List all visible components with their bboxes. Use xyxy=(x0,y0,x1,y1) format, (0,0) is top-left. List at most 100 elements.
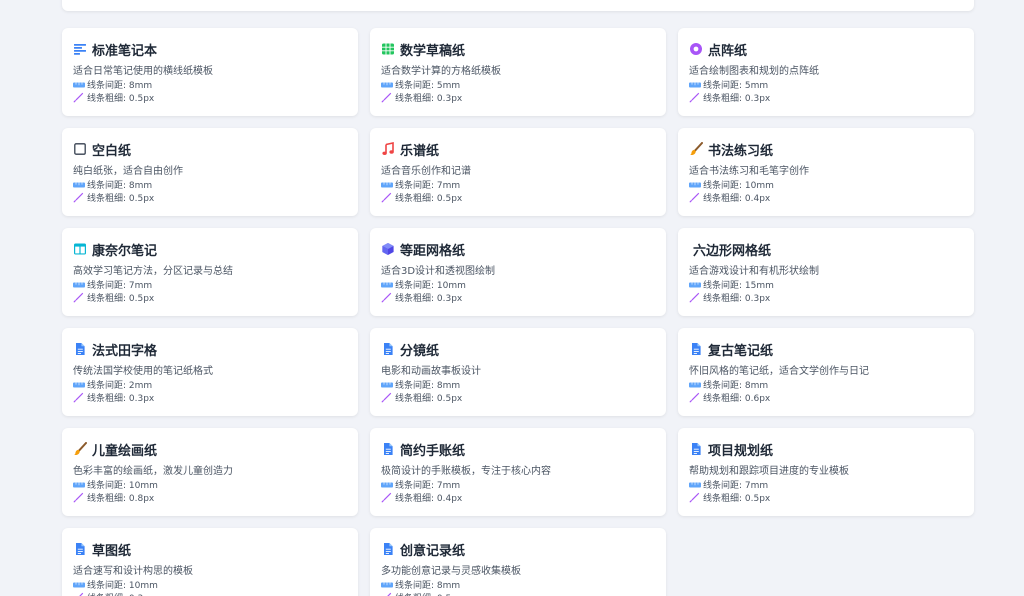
line-spacing: 线条间距: 10mm xyxy=(73,579,347,591)
template-card[interactable]: 标准笔记本 适合日常笔记使用的横线纸模板 线条间距: 8mm 线条粗细: 0.5px xyxy=(62,28,358,116)
template-card[interactable]: 康奈尔笔记 高效学习笔记方法，分区记录与总结 线条间距: 7mm 线条粗细: 0.5p… xyxy=(62,228,358,316)
card-description: 适合绘制图表和规划的点阵纸 xyxy=(689,66,819,76)
line-thickness: 线条粗细: 0.6px xyxy=(689,392,963,404)
line-thickness: 线条粗细: 0.3px xyxy=(689,92,963,104)
line-thickness-text: 线条粗细: 0.5px xyxy=(87,294,155,304)
pen-icon xyxy=(381,92,393,103)
card-title: 点阵纸 xyxy=(708,43,748,59)
lines-icon xyxy=(73,42,87,56)
line-thickness-text: 线条粗细: 0.5px xyxy=(395,194,463,204)
card-title: 分镜纸 xyxy=(400,343,440,359)
ruler-icon xyxy=(381,79,393,90)
line-spacing: 线条间距: 10mm xyxy=(381,279,655,291)
card-header: 儿童绘画纸 xyxy=(73,440,347,459)
line-spacing-text: 线条间距: 8mm xyxy=(703,381,769,391)
ruler-icon xyxy=(73,279,85,290)
card-title: 书法练习纸 xyxy=(708,143,774,159)
line-thickness-text: 线条粗细: 0.4px xyxy=(703,194,771,204)
line-thickness: 线条粗细: 0.8px xyxy=(73,492,347,504)
card-description: 适合3D设计和透视图绘制 xyxy=(381,266,496,276)
line-spacing-text: 线条间距: 5mm xyxy=(395,81,461,91)
dot-icon xyxy=(689,42,703,56)
line-spacing: 线条间距: 8mm xyxy=(73,179,347,191)
card-header: 康奈尔笔记 xyxy=(73,240,347,259)
card-header: 分镜纸 xyxy=(381,340,655,359)
line-spacing-text: 线条间距: 8mm xyxy=(395,381,461,391)
card-title: 项目规划纸 xyxy=(708,443,774,459)
line-thickness: 线条粗细: 0.3px xyxy=(381,92,655,104)
line-spacing-text: 线条间距: 7mm xyxy=(395,181,461,191)
template-card[interactable]: 点阵纸适合绘制图表和规划的点阵纸线条间距: 5mm 线条粗细: 0.3px xyxy=(678,28,974,116)
line-spacing: 线条间距: 5mm xyxy=(689,79,963,91)
top-card-partial xyxy=(62,0,974,11)
template-card[interactable]: 创意记录纸多功能创意记录与灵感收集模板线条间距: 8mm线条粗细: 0.5px xyxy=(370,528,666,596)
line-thickness-text: 线条粗细: 0.3px xyxy=(703,94,771,104)
card-title: 草图纸 xyxy=(92,543,132,559)
line-spacing-text: 线条间距: 7mm xyxy=(395,481,461,491)
template-card[interactable]: 六边形网格纸 适合游戏设计和有机形状绘制 线条间距: 15mm 线条粗细: 0.3px xyxy=(678,228,974,316)
template-card[interactable]: 空白纸 纯白纸张，适合自由创作 线条间距: 8mm 线条粗细: 0.5px xyxy=(62,128,358,216)
card-title: 儿童绘画纸 xyxy=(92,443,158,459)
card-description: 怀旧风格的笔记纸，适合文学创作与日记 xyxy=(689,366,869,376)
card-header: 复古笔记纸 xyxy=(689,340,963,359)
document-icon xyxy=(73,342,87,356)
template-card[interactable]: 书法练习纸适合书法练习和毛笔字创作线条间距: 10mm 线条粗细: 0.4px xyxy=(678,128,974,216)
card-description: 色彩丰富的绘画纸，激发儿童创造力 xyxy=(73,466,233,476)
template-card[interactable]: 乐谱纸 适合音乐创作和记谱 线条间距: 7mm 线条粗细: 0.5px xyxy=(370,128,666,216)
line-spacing-text: 线条间距: 5mm xyxy=(703,81,769,91)
pen-icon xyxy=(689,392,701,403)
template-card[interactable]: 分镜纸 电影和动画故事板设计 线条间距: 8mm 线条粗细: 0.5px xyxy=(370,328,666,416)
line-thickness: 线条粗细: 0.3px xyxy=(689,292,963,304)
card-description: 纯白纸张，适合自由创作 xyxy=(73,166,183,176)
card-description: 极简设计的手账模板，专注于核心内容 xyxy=(381,466,551,476)
template-card[interactable]: 等距网格纸 适合3D设计和透视图绘制 线条间距: 10mm 线条粗细: 0.3px xyxy=(370,228,666,316)
pen-icon xyxy=(381,592,393,596)
template-card[interactable]: 儿童绘画纸 色彩丰富的绘画纸，激发儿童创造力 线条间距: 10mm 线条粗细: 0.8… xyxy=(62,428,358,516)
card-header: 草图纸 xyxy=(73,540,347,559)
line-thickness-text: 线条粗细: 0.5px xyxy=(395,591,462,596)
document-icon xyxy=(689,342,703,356)
ruler-icon xyxy=(689,479,701,490)
line-spacing-text: 线条间距: 10mm xyxy=(703,181,774,191)
template-card[interactable]: 复古笔记纸怀旧风格的笔记纸，适合文学创作与日记线条间距: 8mm 线条粗细: 0.… xyxy=(678,328,974,416)
template-card[interactable]: 法式田字格 传统法国学校使用的笔记纸格式 线条间距: 2mm 线条粗细: 0.3px xyxy=(62,328,358,416)
line-spacing: 线条间距: 7mm xyxy=(73,279,347,291)
document-icon xyxy=(381,542,395,556)
ruler-icon xyxy=(689,179,701,190)
line-spacing: 线条间距: 7mm xyxy=(381,179,655,191)
line-spacing-text: 线条间距: 8mm xyxy=(395,581,461,591)
ruler-icon xyxy=(73,479,85,490)
pen-icon xyxy=(73,392,85,403)
ruler-icon xyxy=(689,379,701,390)
line-thickness: 线条粗细: 0.4px xyxy=(689,192,963,204)
card-description: 适合书法练习和毛笔字创作 xyxy=(689,166,809,176)
template-card[interactable]: 草图纸适合速写和设计构思的模板线条间距: 10mm线条粗细: 0.3px xyxy=(62,528,358,596)
pen-icon xyxy=(689,492,701,503)
card-title: 复古笔记纸 xyxy=(708,343,774,359)
card-description: 适合游戏设计和有机形状绘制 xyxy=(689,266,819,276)
template-gallery: 标准笔记本 适合日常笔记使用的横线纸模板 线条间距: 8mm 线条粗细: 0.5px 数… xyxy=(0,0,1024,596)
line-spacing-text: 线条间距: 10mm xyxy=(395,281,466,291)
line-spacing: 线条间距: 8mm xyxy=(381,579,655,591)
pen-icon xyxy=(73,192,85,203)
card-header: 简约手账纸 xyxy=(381,440,655,459)
card-title: 康奈尔笔记 xyxy=(92,243,158,259)
line-thickness: 线条粗细: 0.5px xyxy=(73,192,347,204)
card-title: 数学草稿纸 xyxy=(400,43,466,59)
card-description: 电影和动画故事板设计 xyxy=(381,366,481,376)
card-header: 等距网格纸 xyxy=(381,240,655,259)
ruler-icon xyxy=(381,579,393,590)
template-card[interactable]: 数学草稿纸 适合数学计算的方格纸模板 线条间距: 5mm 线条粗细: 0.3px xyxy=(370,28,666,116)
template-card[interactable]: 简约手账纸 极简设计的手账模板，专注于核心内容 线条间距: 7mm 线条粗细: 0.4… xyxy=(370,428,666,516)
template-card[interactable]: 项目规划纸 帮助规划和跟踪项目进度的专业模板 线条间距: 7mm 线条粗细: 0.5p… xyxy=(678,428,974,516)
pen-icon xyxy=(73,492,85,503)
pen-icon xyxy=(73,592,85,596)
pen-icon xyxy=(73,92,85,103)
line-thickness: 线条粗细: 0.5px xyxy=(73,292,347,304)
ruler-icon xyxy=(689,279,701,290)
music-note-icon xyxy=(381,142,395,156)
document-icon xyxy=(73,542,87,556)
line-spacing: 线条间距: 5mm xyxy=(381,79,655,91)
line-spacing: 线条间距: 8mm xyxy=(689,379,963,391)
line-thickness-text: 线条粗细: 0.8px xyxy=(87,494,155,504)
